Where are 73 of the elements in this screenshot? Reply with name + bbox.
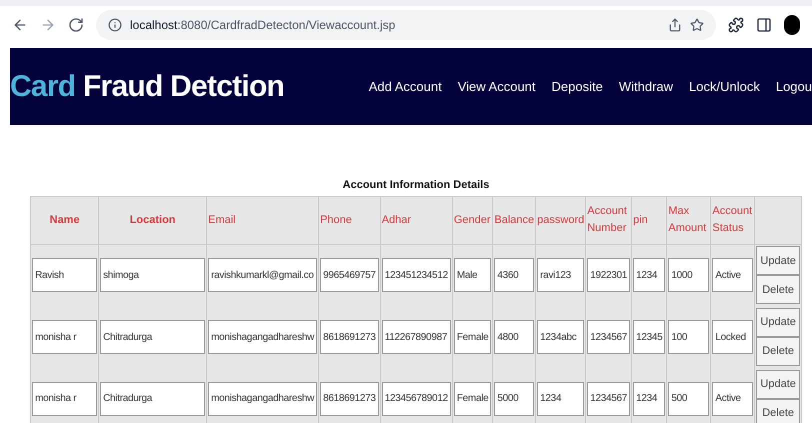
input-field[interactable]: 1234 [537,382,584,416]
input-field[interactable]: Female [454,320,492,354]
column-header: Gender [452,196,493,244]
input-field[interactable]: 1234 [633,258,666,292]
input-field[interactable]: 4360 [494,258,534,292]
input-field[interactable]: 4800 [494,320,534,354]
input-field[interactable]: monisha r [32,320,98,354]
nav-link[interactable]: Withdraw [618,76,674,96]
sidebar-icon[interactable] [756,17,772,33]
column-header: pin [632,196,667,244]
back-icon[interactable] [12,17,28,33]
input-field[interactable]: 1234567 [587,320,630,354]
input-field[interactable]: Chitradurga [100,320,206,354]
reload-icon[interactable] [68,17,84,33]
address-bar[interactable]: localhost:8080/CardfradDetecton/Viewaccount.jsp [96,10,716,40]
nav-link[interactable]: Logou [776,76,812,96]
column-header: Name [30,196,99,244]
delete-button[interactable]: Delete [756,275,800,304]
input-field[interactable]: 500 [668,382,710,416]
column-header: Phone [318,196,380,244]
input-field[interactable]: Active [712,382,754,416]
update-button[interactable]: Update [756,308,800,337]
delete-button[interactable]: Delete [756,398,800,423]
input-field[interactable]: ravi123 [537,258,584,292]
column-header: Account Status [710,196,755,244]
input-field[interactable]: 112267890987 [382,320,451,354]
update-button[interactable]: Update [756,370,800,399]
avatar-icon[interactable] [784,15,800,35]
puzzle-icon[interactable] [728,17,744,33]
input-field[interactable]: shimoga [100,258,206,292]
column-header: password [536,196,586,244]
forward-icon[interactable] [40,17,56,33]
input-field[interactable]: 5000 [494,382,534,416]
input-field[interactable]: 1234567 [587,382,630,416]
column-header: Account Number [586,196,632,244]
column-header: Location [98,196,207,244]
url-text: localhost:8080/CardfradDetecton/Viewaccount.jsp [130,17,396,34]
input-field[interactable]: Male [454,258,492,292]
column-header: Balance [492,196,536,244]
update-button[interactable]: Update [756,246,800,276]
input-field[interactable]: Chitradurga [100,382,206,416]
input-field[interactable]: monishagangadhareshw [208,382,318,416]
input-field[interactable]: Locked [712,320,754,354]
nav-link[interactable]: View Account [458,76,536,96]
input-field[interactable]: ravishkumarkl@gmail.co [208,258,318,292]
brand-logo[interactable]: Card Fraud Detction [10,64,284,109]
input-field[interactable]: 123451234512 [382,258,451,292]
input-field[interactable]: 8618691273 [320,320,379,354]
input-field[interactable]: Ravish [32,258,98,292]
table-title: Account Information Details [342,178,490,193]
input-field[interactable]: 8618691273 [320,382,379,416]
share-icon[interactable] [668,18,682,32]
input-field[interactable]: 123456789012 [382,382,451,416]
input-field[interactable]: Female [454,382,492,416]
nav-link[interactable]: Deposite [552,76,603,96]
input-field[interactable]: monishagangadhareshw [208,320,318,354]
input-field[interactable]: 1000 [668,258,710,292]
input-field[interactable]: 1234abc [537,320,584,354]
input-field[interactable]: Active [712,258,754,292]
input-field[interactable]: 12345 [633,320,666,354]
nav-link[interactable]: Lock/Unlock [689,76,760,96]
info-icon[interactable] [108,18,122,32]
star-icon[interactable] [690,18,704,32]
input-field[interactable]: 100 [668,320,710,354]
input-field[interactable]: 1234 [633,382,666,416]
nav-link[interactable]: Add Account [368,76,442,96]
input-field[interactable]: monisha r [32,382,98,416]
column-header: Max Amount [666,196,711,244]
input-field[interactable]: 9965469757 [320,258,379,292]
input-field[interactable]: 1922301 [587,258,630,292]
column-header: Adhar [380,196,452,244]
delete-button[interactable]: Delete [756,337,800,366]
column-header: Email [206,196,319,244]
